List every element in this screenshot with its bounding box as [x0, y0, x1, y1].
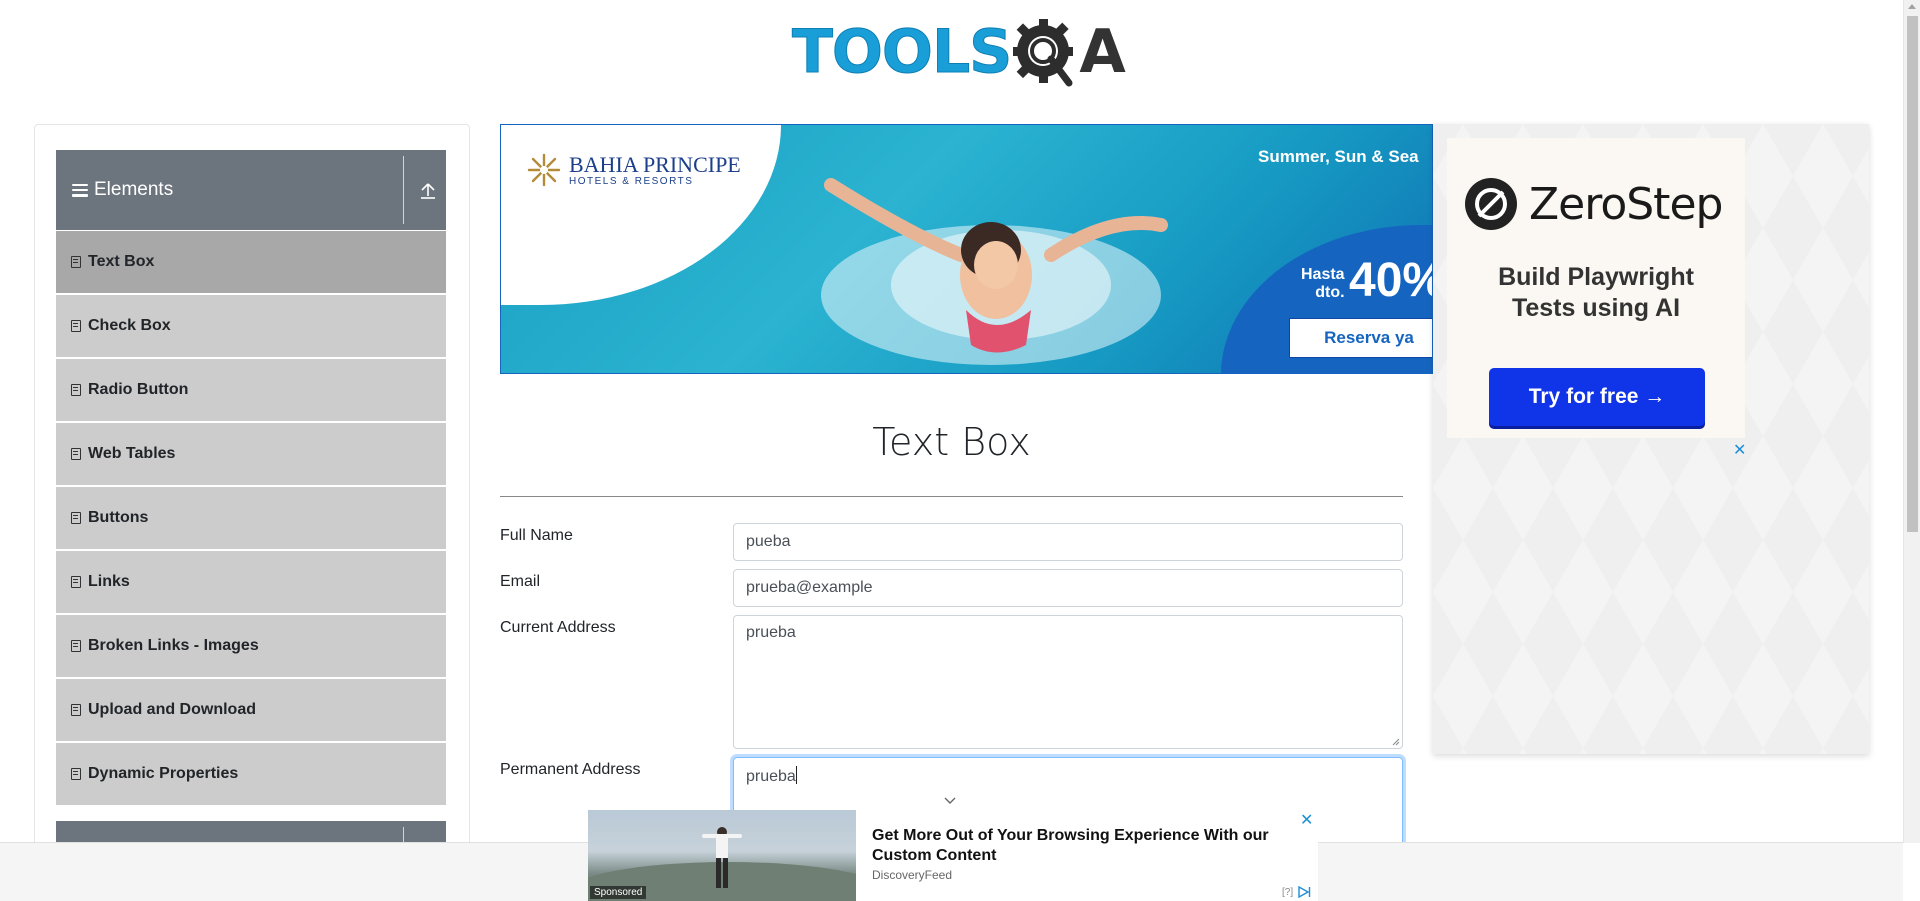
elements-group-label: Elements	[94, 179, 174, 200]
ad-landscape-image: Sponsored	[588, 810, 856, 901]
sidebar-item-label: Text Box	[88, 253, 155, 270]
email-label: Email	[500, 573, 541, 590]
document-icon	[71, 384, 81, 396]
sidebar-item-label: Web Tables	[88, 445, 176, 462]
sidebar-item-radio-button[interactable]: Radio Button	[56, 359, 446, 421]
document-icon	[71, 704, 81, 716]
bottom-ad-title[interactable]: Get More Out of Your Browsing Experience…	[872, 826, 1292, 866]
banner-brand: BAHIA PRINCIPE	[569, 151, 741, 177]
title-divider	[500, 496, 1403, 497]
sidebar-item-label: Check Box	[88, 317, 171, 334]
swimmer-image	[821, 178, 1168, 365]
menu-icon	[72, 183, 88, 197]
document-icon	[71, 768, 81, 780]
current-address-text: prueba	[746, 624, 796, 641]
adchoices-icon	[1298, 886, 1311, 898]
document-icon	[71, 640, 81, 652]
banner-ad[interactable]: BAHIA PRINCIPE HOTELS & RESORTS Summer, …	[500, 124, 1433, 374]
logo-text-a: A	[1079, 17, 1125, 87]
document-icon	[71, 512, 81, 524]
sidebar-item-label: Links	[88, 573, 130, 590]
close-icon[interactable]: ✕	[1733, 440, 1746, 460]
banner-dto: dto.	[1315, 284, 1345, 301]
zerostep-headline: Build Playwright Tests using AI	[1447, 262, 1745, 324]
sidebar-item-check-box[interactable]: Check Box	[56, 295, 446, 357]
zerostep-logo: ZeroStep	[1465, 178, 1723, 230]
sidebar-item-text-box[interactable]: Text Box	[56, 231, 446, 293]
sidebar-item-links[interactable]: Links	[56, 551, 446, 613]
adchoices[interactable]: [?]	[1282, 886, 1311, 898]
document-icon	[71, 320, 81, 332]
banner-discount-prefix: Hasta dto.	[1301, 266, 1345, 302]
page-scrollbar[interactable]	[1903, 0, 1920, 843]
text-cursor	[795, 766, 797, 784]
full-name-input[interactable]: pueba	[733, 523, 1403, 561]
bahia-principe-logo: BAHIA PRINCIPE HOTELS & RESORTS	[527, 153, 741, 187]
sidebar-item-dynamic-properties[interactable]: Dynamic Properties	[56, 743, 446, 805]
banner-discount: 40%	[1349, 254, 1432, 307]
sidebar-item-upload-download[interactable]: Upload and Download	[56, 679, 446, 741]
chevron-down-icon	[944, 797, 956, 804]
person-figure-image	[702, 827, 742, 888]
zerostep-headline-2: Tests using AI	[1511, 294, 1681, 322]
permanent-address-text: prueba	[746, 768, 796, 785]
reserva-ya-button[interactable]: Reserva ya	[1289, 318, 1432, 358]
gear-magnifier-icon	[1013, 17, 1077, 87]
header-divider	[403, 156, 404, 224]
left-navigation-panel: Elements Text Box Check Box Radio Button…	[34, 124, 470, 881]
logo-text-tools: TOOLS	[791, 17, 1012, 88]
sidebar-item-buttons[interactable]: Buttons	[56, 487, 446, 549]
elements-group-title: Elements	[72, 150, 173, 230]
discoveryfeed-ad[interactable]: Sponsored Get More Out of Your Browsing …	[588, 810, 1318, 901]
sidebar-item-web-tables[interactable]: Web Tables	[56, 423, 446, 485]
banner-tagline: Summer, Sun & Sea	[1258, 147, 1419, 166]
scroll-up-arrow-icon[interactable]	[1908, 4, 1916, 9]
zerostep-card: ZeroStep Build Playwright Tests using AI…	[1447, 138, 1745, 438]
sidebar-item-label: Buttons	[88, 509, 149, 526]
current-address-label: Current Address	[500, 619, 616, 636]
zerostep-mark-icon	[1465, 178, 1517, 230]
scrollbar-thumb[interactable]	[1907, 16, 1918, 532]
sun-logo-icon	[527, 153, 561, 187]
collapse-arrow-icon[interactable]	[420, 181, 436, 201]
elements-menu: Text Box Check Box Radio Button Web Tabl…	[56, 231, 446, 807]
document-icon	[71, 448, 81, 460]
sidebar-item-label: Broken Links - Images	[88, 637, 259, 654]
elements-group-header[interactable]: Elements	[56, 150, 446, 230]
permanent-address-label: Permanent Address	[500, 761, 641, 778]
adchoices-text: [?]	[1282, 886, 1294, 898]
sidebar-item-broken-links[interactable]: Broken Links - Images	[56, 615, 446, 677]
banner-hasta: Hasta	[1301, 266, 1345, 283]
try-for-free-button[interactable]: Try for free →	[1489, 368, 1705, 426]
page-header: TOOLS A	[0, 0, 1900, 100]
zerostep-ad[interactable]: ZeroStep Build Playwright Tests using AI…	[1433, 124, 1869, 754]
bottom-ad-source: DiscoveryFeed	[872, 868, 953, 882]
sidebar-item-label: Dynamic Properties	[88, 765, 239, 782]
full-name-label: Full Name	[500, 527, 573, 544]
sponsored-badge: Sponsored	[590, 886, 647, 899]
sidebar-item-label: Radio Button	[88, 381, 189, 398]
document-icon	[71, 576, 81, 588]
resize-grip-icon[interactable]	[1392, 738, 1400, 746]
zerostep-headline-1: Build Playwright	[1498, 263, 1694, 291]
toolsqa-logo[interactable]: TOOLS A	[791, 14, 1125, 90]
banner-brand-sub: HOTELS & RESORTS	[569, 175, 694, 187]
sidebar-item-label: Upload and Download	[88, 701, 256, 718]
close-icon[interactable]: ✕	[1300, 810, 1313, 830]
current-address-textarea[interactable]: prueba	[733, 615, 1403, 749]
zerostep-brand: ZeroStep	[1529, 178, 1723, 230]
email-input[interactable]: prueba@example	[733, 569, 1403, 607]
page-title: Text Box	[872, 420, 1031, 464]
document-icon	[71, 256, 81, 268]
